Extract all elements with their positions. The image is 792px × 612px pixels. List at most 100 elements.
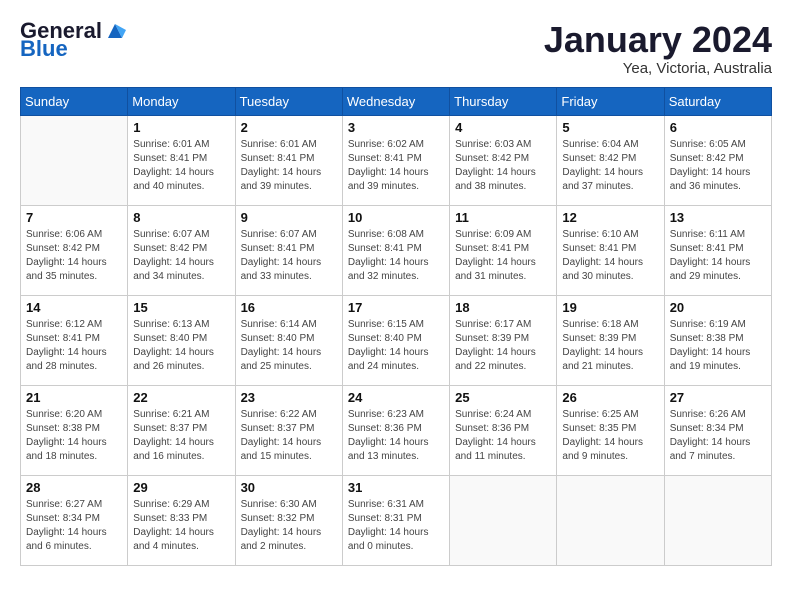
location: Yea, Victoria, Australia [544,60,772,77]
calendar-header-row: SundayMondayTuesdayWednesdayThursdayFrid… [21,87,772,115]
day-number: 10 [348,210,444,225]
day-number: 27 [670,390,766,405]
calendar-table: SundayMondayTuesdayWednesdayThursdayFrid… [20,87,772,566]
day-number: 11 [455,210,551,225]
day-info: Sunrise: 6:29 AM Sunset: 8:33 PM Dayligh… [133,498,229,554]
day-info: Sunrise: 6:13 AM Sunset: 8:40 PM Dayligh… [133,318,229,374]
calendar-day-cell: 10 Sunrise: 6:08 AM Sunset: 8:41 PM Dayli… [342,205,449,295]
day-info: Sunrise: 6:21 AM Sunset: 8:37 PM Dayligh… [133,408,229,464]
day-number: 22 [133,390,229,405]
day-info: Sunrise: 6:14 AM Sunset: 8:40 PM Dayligh… [241,318,337,374]
calendar-day-cell: 9 Sunrise: 6:07 AM Sunset: 8:41 PM Daylig… [235,205,342,295]
day-info: Sunrise: 6:27 AM Sunset: 8:34 PM Dayligh… [26,498,122,554]
calendar-day-cell: 27 Sunrise: 6:26 AM Sunset: 8:34 PM Dayli… [664,385,771,475]
day-number: 2 [241,120,337,135]
calendar-day-cell: 26 Sunrise: 6:25 AM Sunset: 8:35 PM Dayli… [557,385,664,475]
day-info: Sunrise: 6:10 AM Sunset: 8:41 PM Dayligh… [562,228,658,284]
day-info: Sunrise: 6:25 AM Sunset: 8:35 PM Dayligh… [562,408,658,464]
day-info: Sunrise: 6:04 AM Sunset: 8:42 PM Dayligh… [562,138,658,194]
logo-icon [104,20,126,42]
calendar-week-row: 14Sunrise: 6:12 AM Sunset: 8:41 PM Dayli… [21,295,772,385]
calendar-day-cell: 11 Sunrise: 6:09 AM Sunset: 8:41 PM Dayli… [450,205,557,295]
calendar-day-cell: 22 Sunrise: 6:21 AM Sunset: 8:37 PM Dayli… [128,385,235,475]
day-number: 7 [26,210,122,225]
title-block: January 2024 Yea, Victoria, Australia [544,20,772,77]
day-info: Sunrise: 6:11 AM Sunset: 8:41 PM Dayligh… [670,228,766,284]
calendar-day-header: Saturday [664,87,771,115]
calendar-day-cell: 16 Sunrise: 6:14 AM Sunset: 8:40 PM Dayli… [235,295,342,385]
day-number: 1 [133,120,229,135]
day-info: Sunrise: 6:07 AM Sunset: 8:41 PM Dayligh… [241,228,337,284]
calendar-day-header: Wednesday [342,87,449,115]
day-info: Sunrise: 6:07 AM Sunset: 8:42 PM Dayligh… [133,228,229,284]
day-info: Sunrise: 6:02 AM Sunset: 8:41 PM Dayligh… [348,138,444,194]
calendar-day-cell: 2Sunrise: 6:01 AM Sunset: 8:41 PM Daylig… [235,115,342,205]
day-number: 23 [241,390,337,405]
day-number: 30 [241,480,337,495]
day-info: Sunrise: 6:05 AM Sunset: 8:42 PM Dayligh… [670,138,766,194]
calendar-day-cell: 31 Sunrise: 6:31 AM Sunset: 8:31 PM Dayli… [342,475,449,565]
day-number: 3 [348,120,444,135]
day-info: Sunrise: 6:31 AM Sunset: 8:31 PM Dayligh… [348,498,444,554]
day-info: Sunrise: 6:30 AM Sunset: 8:32 PM Dayligh… [241,498,337,554]
calendar-day-cell: 7 Sunrise: 6:06 AM Sunset: 8:42 PM Daylig… [21,205,128,295]
day-number: 29 [133,480,229,495]
day-number: 26 [562,390,658,405]
calendar-day-header: Sunday [21,87,128,115]
calendar-day-cell: 6Sunrise: 6:05 AM Sunset: 8:42 PM Daylig… [664,115,771,205]
calendar-day-header: Friday [557,87,664,115]
calendar-day-cell [21,115,128,205]
day-info: Sunrise: 6:06 AM Sunset: 8:42 PM Dayligh… [26,228,122,284]
calendar-day-cell: 15Sunrise: 6:13 AM Sunset: 8:40 PM Dayli… [128,295,235,385]
calendar-day-cell: 14Sunrise: 6:12 AM Sunset: 8:41 PM Dayli… [21,295,128,385]
calendar-day-cell: 1 Sunrise: 6:01 AM Sunset: 8:41 PM Daylig… [128,115,235,205]
calendar-week-row: 1 Sunrise: 6:01 AM Sunset: 8:41 PM Daylig… [21,115,772,205]
day-number: 21 [26,390,122,405]
day-number: 8 [133,210,229,225]
calendar-day-cell [450,475,557,565]
day-info: Sunrise: 6:26 AM Sunset: 8:34 PM Dayligh… [670,408,766,464]
calendar-day-cell: 21 Sunrise: 6:20 AM Sunset: 8:38 PM Dayli… [21,385,128,475]
day-info: Sunrise: 6:09 AM Sunset: 8:41 PM Dayligh… [455,228,551,284]
month-title: January 2024 [544,20,772,60]
day-number: 28 [26,480,122,495]
calendar-day-cell: 8 Sunrise: 6:07 AM Sunset: 8:42 PM Daylig… [128,205,235,295]
calendar-day-cell: 17Sunrise: 6:15 AM Sunset: 8:40 PM Dayli… [342,295,449,385]
calendar-day-cell [664,475,771,565]
day-info: Sunrise: 6:12 AM Sunset: 8:41 PM Dayligh… [26,318,122,374]
day-info: Sunrise: 6:15 AM Sunset: 8:40 PM Dayligh… [348,318,444,374]
day-number: 19 [562,300,658,315]
calendar-day-cell: 23 Sunrise: 6:22 AM Sunset: 8:37 PM Dayli… [235,385,342,475]
calendar-week-row: 21 Sunrise: 6:20 AM Sunset: 8:38 PM Dayli… [21,385,772,475]
calendar-day-cell: 28 Sunrise: 6:27 AM Sunset: 8:34 PM Dayli… [21,475,128,565]
day-number: 18 [455,300,551,315]
calendar-day-cell: 25Sunrise: 6:24 AM Sunset: 8:36 PM Dayli… [450,385,557,475]
day-info: Sunrise: 6:19 AM Sunset: 8:38 PM Dayligh… [670,318,766,374]
calendar-day-header: Monday [128,87,235,115]
day-info: Sunrise: 6:23 AM Sunset: 8:36 PM Dayligh… [348,408,444,464]
calendar-day-cell: 19 Sunrise: 6:18 AM Sunset: 8:39 PM Dayli… [557,295,664,385]
day-info: Sunrise: 6:18 AM Sunset: 8:39 PM Dayligh… [562,318,658,374]
logo: General Blue [20,20,126,60]
day-number: 20 [670,300,766,315]
calendar-day-header: Thursday [450,87,557,115]
day-info: Sunrise: 6:08 AM Sunset: 8:41 PM Dayligh… [348,228,444,284]
day-number: 31 [348,480,444,495]
calendar-day-cell: 4Sunrise: 6:03 AM Sunset: 8:42 PM Daylig… [450,115,557,205]
page-header: General Blue January 2024 Yea, Victoria,… [20,20,772,77]
logo-blue: Blue [20,38,68,60]
calendar-day-cell: 29 Sunrise: 6:29 AM Sunset: 8:33 PM Dayli… [128,475,235,565]
day-number: 16 [241,300,337,315]
calendar-week-row: 7 Sunrise: 6:06 AM Sunset: 8:42 PM Daylig… [21,205,772,295]
day-number: 24 [348,390,444,405]
calendar-day-cell [557,475,664,565]
calendar-day-cell: 13 Sunrise: 6:11 AM Sunset: 8:41 PM Dayli… [664,205,771,295]
day-info: Sunrise: 6:17 AM Sunset: 8:39 PM Dayligh… [455,318,551,374]
day-info: Sunrise: 6:01 AM Sunset: 8:41 PM Dayligh… [133,138,229,194]
day-info: Sunrise: 6:22 AM Sunset: 8:37 PM Dayligh… [241,408,337,464]
day-number: 9 [241,210,337,225]
day-info: Sunrise: 6:24 AM Sunset: 8:36 PM Dayligh… [455,408,551,464]
day-info: Sunrise: 6:20 AM Sunset: 8:38 PM Dayligh… [26,408,122,464]
day-number: 5 [562,120,658,135]
day-number: 13 [670,210,766,225]
